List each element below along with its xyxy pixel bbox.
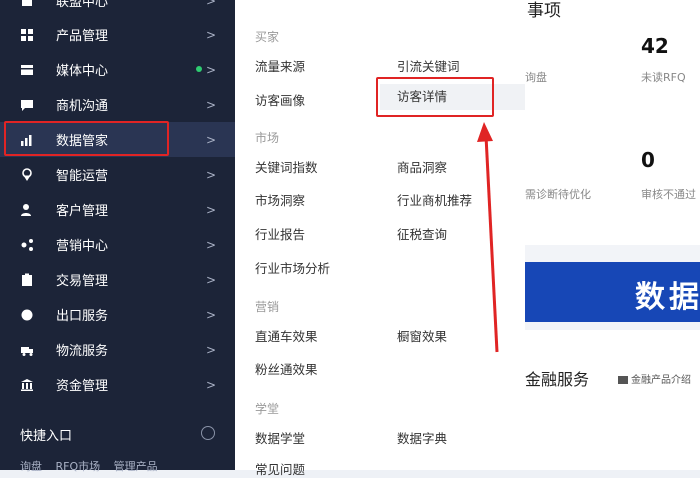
menu-item-traffic-source[interactable]: 流量来源 <box>255 56 305 75</box>
quick-links: 询盘 RFQ市场 管理产品 <box>20 458 168 474</box>
banner-text: 数据 <box>635 280 700 315</box>
monitor-icon <box>618 376 628 384</box>
menu-item-industry-analysis[interactable]: 行业市场分析 <box>255 258 330 277</box>
sidebar-item-label: 资金管理 <box>56 379 109 394</box>
quick-link[interactable]: RFQ市场 <box>56 460 101 473</box>
rfq-label: 未读RFQ <box>641 71 686 84</box>
menu-item-visitor-profile[interactable]: 访客画像 <box>255 90 305 109</box>
sidebar-item-label: 出口服务 <box>56 309 109 324</box>
menu-item-showcase-effect[interactable]: 橱窗效果 <box>397 326 447 345</box>
chevron-right-icon: > <box>206 167 217 182</box>
sidebar-item-label: 联盟中心 <box>56 0 109 10</box>
menu-item-p4p-effect[interactable]: 直通车效果 <box>255 326 318 345</box>
user-icon <box>20 203 34 217</box>
section-title-marketing: 营销 <box>255 300 280 314</box>
sidebar-item-label: 客户管理 <box>56 204 109 219</box>
location-icon <box>20 167 34 182</box>
quick-link[interactable]: 询盘 <box>20 460 42 473</box>
menu-item-faq[interactable]: 常见问题 <box>255 459 305 478</box>
chevron-right-icon: > <box>206 132 217 147</box>
chevron-right-icon: > <box>206 342 217 357</box>
chevron-right-icon: > <box>206 237 217 252</box>
card-title: 事项 <box>527 1 561 21</box>
quick-link[interactable]: 管理产品 <box>114 460 158 473</box>
menu-item-market-insight[interactable]: 市场洞察 <box>255 190 305 209</box>
menu-item-keywords[interactable]: 引流关键词 <box>397 56 460 75</box>
sidebar-item-label: 交易管理 <box>56 274 109 289</box>
globe-icon <box>20 308 34 322</box>
chevron-right-icon: > <box>206 0 217 8</box>
sidebar-item-alliance[interactable]: 联盟中心 > <box>0 0 235 18</box>
chevron-right-icon: > <box>206 307 217 322</box>
clipboard-icon <box>20 273 34 287</box>
sidebar-item-transactions[interactable]: 交易管理 > <box>0 262 235 297</box>
sidebar-item-label: 营销中心 <box>56 239 109 254</box>
sidebar-item-products[interactable]: 产品管理 > <box>0 17 235 52</box>
section-title-buyers: 买家 <box>255 30 280 44</box>
finance-link[interactable]: 金融产品介绍 <box>618 371 691 386</box>
sidebar-item-label: 商机沟通 <box>56 99 109 114</box>
sidebar-item-smart-ops[interactable]: 智能运营 > <box>0 157 235 192</box>
rfq-count[interactable]: 42 <box>641 34 669 58</box>
optimize-label: 需诊断待优化 <box>525 188 591 201</box>
sidebar-item-business-chat[interactable]: 商机沟通 > <box>0 87 235 122</box>
menu-item-data-dictionary[interactable]: 数据字典 <box>397 428 447 447</box>
finance-link-label: 金融产品介绍 <box>631 375 691 386</box>
finance-card: 金融服务 金融产品介绍 <box>525 330 700 470</box>
sidebar: 联盟中心 > 产品管理 > 媒体中心 > 商机沟通 > 数据管家 > 智能运营 … <box>0 0 235 473</box>
grid-icon <box>20 28 34 42</box>
sidebar-item-export[interactable]: 出口服务 > <box>0 297 235 332</box>
finance-title: 金融服务 <box>525 370 590 389</box>
sidebar-item-customers[interactable]: 客户管理 > <box>0 192 235 227</box>
chevron-right-icon: > <box>206 97 217 112</box>
sidebar-item-label: 媒体中心 <box>56 64 109 79</box>
menu-item-industry-report[interactable]: 行业报告 <box>255 224 305 243</box>
sidebar-item-label: 产品管理 <box>56 29 109 44</box>
rejected-label: 审核不通过 <box>641 188 696 201</box>
chevron-right-icon: > <box>206 27 217 42</box>
menu-item-tax-query[interactable]: 征税查询 <box>397 224 447 243</box>
promo-banner[interactable]: 数据 <box>525 262 700 322</box>
highlight-box-data-manager <box>4 121 169 156</box>
media-icon <box>20 63 34 77</box>
quick-entry-title: 快捷入口 <box>20 429 73 444</box>
chat-icon <box>20 98 34 112</box>
section-title-academy: 学堂 <box>255 402 280 416</box>
sidebar-item-label: 智能运营 <box>56 169 109 184</box>
todo-card: 事项 询盘 42 未读RFQ 0 需诊断待优化 审核不通过 <box>525 0 700 245</box>
chevron-right-icon: > <box>206 377 217 392</box>
chevron-right-icon: > <box>206 62 217 77</box>
status-dot <box>196 66 202 72</box>
menu-item-industry-recommend[interactable]: 行业商机推荐 <box>397 190 472 209</box>
marketing-icon <box>20 238 34 252</box>
sidebar-item-logistics[interactable]: 物流服务 > <box>0 332 235 367</box>
rejected-count[interactable]: 0 <box>641 148 655 172</box>
inquiry-label: 询盘 <box>525 71 547 84</box>
main-content: 事项 询盘 42 未读RFQ 0 需诊断待优化 审核不通过 数据 金融服务 金融… <box>525 0 700 470</box>
sidebar-item-marketing[interactable]: 营销中心 > <box>0 227 235 262</box>
sidebar-item-media[interactable]: 媒体中心 > <box>0 52 235 87</box>
chevron-right-icon: > <box>206 272 217 287</box>
highlight-box-visitor-details <box>376 77 494 117</box>
truck-icon <box>20 343 34 357</box>
menu-item-fans-effect[interactable]: 粉丝通效果 <box>255 359 318 378</box>
settings-icon[interactable] <box>201 426 215 440</box>
sidebar-item-label: 物流服务 <box>56 344 109 359</box>
menu-item-product-insight[interactable]: 商品洞察 <box>397 157 447 176</box>
sidebar-item-funds[interactable]: 资金管理 > <box>0 367 235 402</box>
menu-item-keyword-index[interactable]: 关键词指数 <box>255 157 318 176</box>
submenu-panel: 买家 流量来源 引流关键词 访客画像 访客详情 市场 关键词指数 商品洞察 市场… <box>235 0 525 477</box>
bank-icon <box>20 378 34 392</box>
menu-item-data-academy[interactable]: 数据学堂 <box>255 428 305 447</box>
chevron-right-icon: > <box>206 202 217 217</box>
home-icon <box>20 0 34 8</box>
section-title-market: 市场 <box>255 131 280 145</box>
